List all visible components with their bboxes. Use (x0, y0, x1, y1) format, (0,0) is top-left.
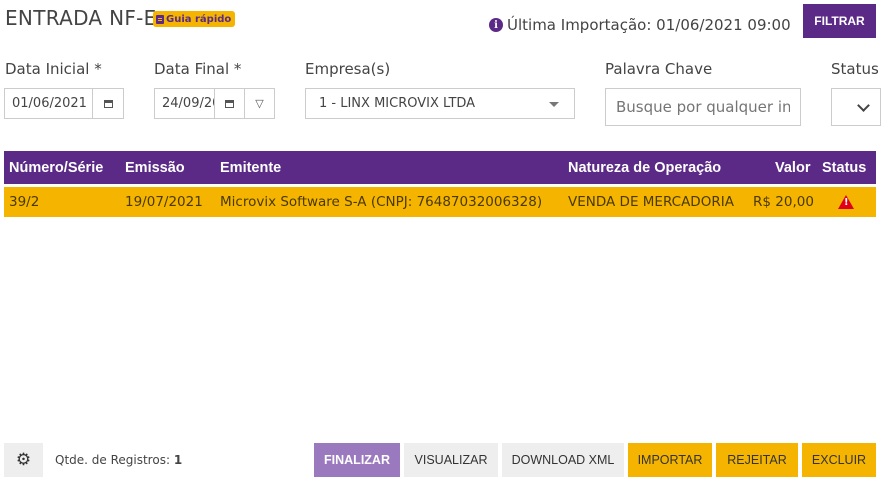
data-final-value[interactable]: 24/09/2021 (155, 96, 214, 111)
book-icon (156, 14, 164, 24)
palavra-chave-input[interactable] (605, 88, 801, 126)
importar-button[interactable]: IMPORTAR (628, 443, 712, 477)
rejeitar-button[interactable]: REJEITAR (716, 443, 798, 477)
download-xml-button[interactable]: DOWNLOAD XML (502, 443, 624, 477)
data-final-field[interactable]: 24/09/2021 ▽ (154, 88, 275, 119)
cell-emitente: Microvix Software S-A (CNPJ: 76487032006… (220, 194, 543, 210)
empresa-select[interactable]: 1 - LINX MICROVIX LTDA (305, 88, 575, 119)
cell-numero: 39/2 (9, 194, 40, 210)
calendar-icon[interactable] (92, 89, 123, 118)
calendar-icon[interactable] (214, 89, 244, 118)
status-select[interactable] (831, 88, 881, 126)
col-natureza[interactable]: Natureza de Operação (568, 160, 721, 176)
cell-emissao: 19/07/2021 (125, 194, 203, 210)
record-count-label: Qtde. de Registros: (55, 453, 170, 467)
visualizar-button[interactable]: VISUALIZAR (404, 443, 498, 477)
filter-icon[interactable]: ▽ (244, 89, 274, 118)
record-count-value: 1 (173, 453, 183, 467)
empresa-label: Empresa(s) (305, 60, 391, 78)
col-emissao[interactable]: Emissão (125, 160, 185, 176)
filter-button[interactable]: FILTRAR (803, 4, 876, 38)
data-final-label: Data Final * (154, 60, 242, 78)
col-emitente[interactable]: Emitente (220, 160, 281, 176)
cell-valor: R$ 20,00 (753, 194, 814, 210)
gear-icon: ⚙ (15, 450, 32, 470)
data-inicial-label: Data Inicial * (5, 60, 102, 78)
finalizar-button[interactable]: FINALIZAR (314, 443, 400, 477)
record-count: Qtde. de Registros: 1 (55, 453, 182, 467)
data-inicial-field[interactable]: 01/06/2021 (4, 88, 124, 119)
excluir-button[interactable]: EXCLUIR (802, 443, 876, 477)
guide-label: Guia rápido (166, 13, 232, 25)
last-import-text: Última Importação: 01/06/2021 09:00 (507, 16, 791, 34)
table-row[interactable]: 39/2 19/07/2021 Microvix Software S-A (C… (4, 187, 876, 217)
col-valor[interactable]: Valor (775, 160, 810, 176)
col-numero[interactable]: Número/Série (9, 160, 103, 176)
chevron-down-icon (857, 99, 870, 112)
status-label: Status (831, 60, 879, 78)
page-title: ENTRADA NF-E (5, 6, 157, 30)
palavra-chave-label: Palavra Chave (605, 60, 713, 78)
last-import: i Última Importação: 01/06/2021 09:00 (489, 16, 791, 34)
table-header: Número/Série Emissão Emitente Natureza d… (4, 151, 876, 184)
caret-down-icon (549, 102, 559, 107)
guide-badge[interactable]: Guia rápido (153, 11, 236, 27)
col-status[interactable]: Status (822, 160, 866, 176)
cell-natureza: VENDA DE MERCADORIA (568, 194, 734, 210)
empresa-value: 1 - LINX MICROVIX LTDA (319, 96, 476, 111)
data-inicial-value[interactable]: 01/06/2021 (5, 96, 92, 111)
info-icon: i (489, 18, 503, 32)
settings-button[interactable]: ⚙ (4, 443, 43, 477)
